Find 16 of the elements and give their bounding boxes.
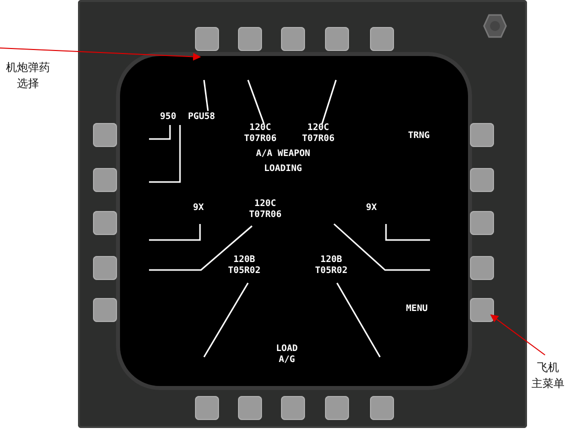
annotation-label: 飞机 主菜单 bbox=[530, 360, 566, 392]
display-label: TRNG bbox=[408, 131, 430, 142]
display-label: MENU bbox=[406, 304, 428, 315]
display-label: 120B T05R02 bbox=[228, 255, 261, 277]
display-label: 120C T07R06 bbox=[244, 123, 277, 145]
display-label: PGU58 bbox=[188, 112, 216, 123]
display-label: A/A WEAPON bbox=[256, 149, 310, 160]
display-label: 120C T07R06 bbox=[302, 123, 335, 145]
display-label: 120C T07R06 bbox=[249, 199, 282, 221]
display-label: LOADING bbox=[264, 164, 302, 175]
display-label: 950 bbox=[160, 112, 176, 123]
display-label: 9X bbox=[366, 203, 377, 214]
display-label: 9X bbox=[193, 203, 204, 214]
display-label: LOAD A/G bbox=[276, 344, 298, 366]
annotation-label: 机炮弹药 选择 bbox=[5, 60, 51, 92]
display-label: 120B T05R02 bbox=[315, 255, 348, 277]
